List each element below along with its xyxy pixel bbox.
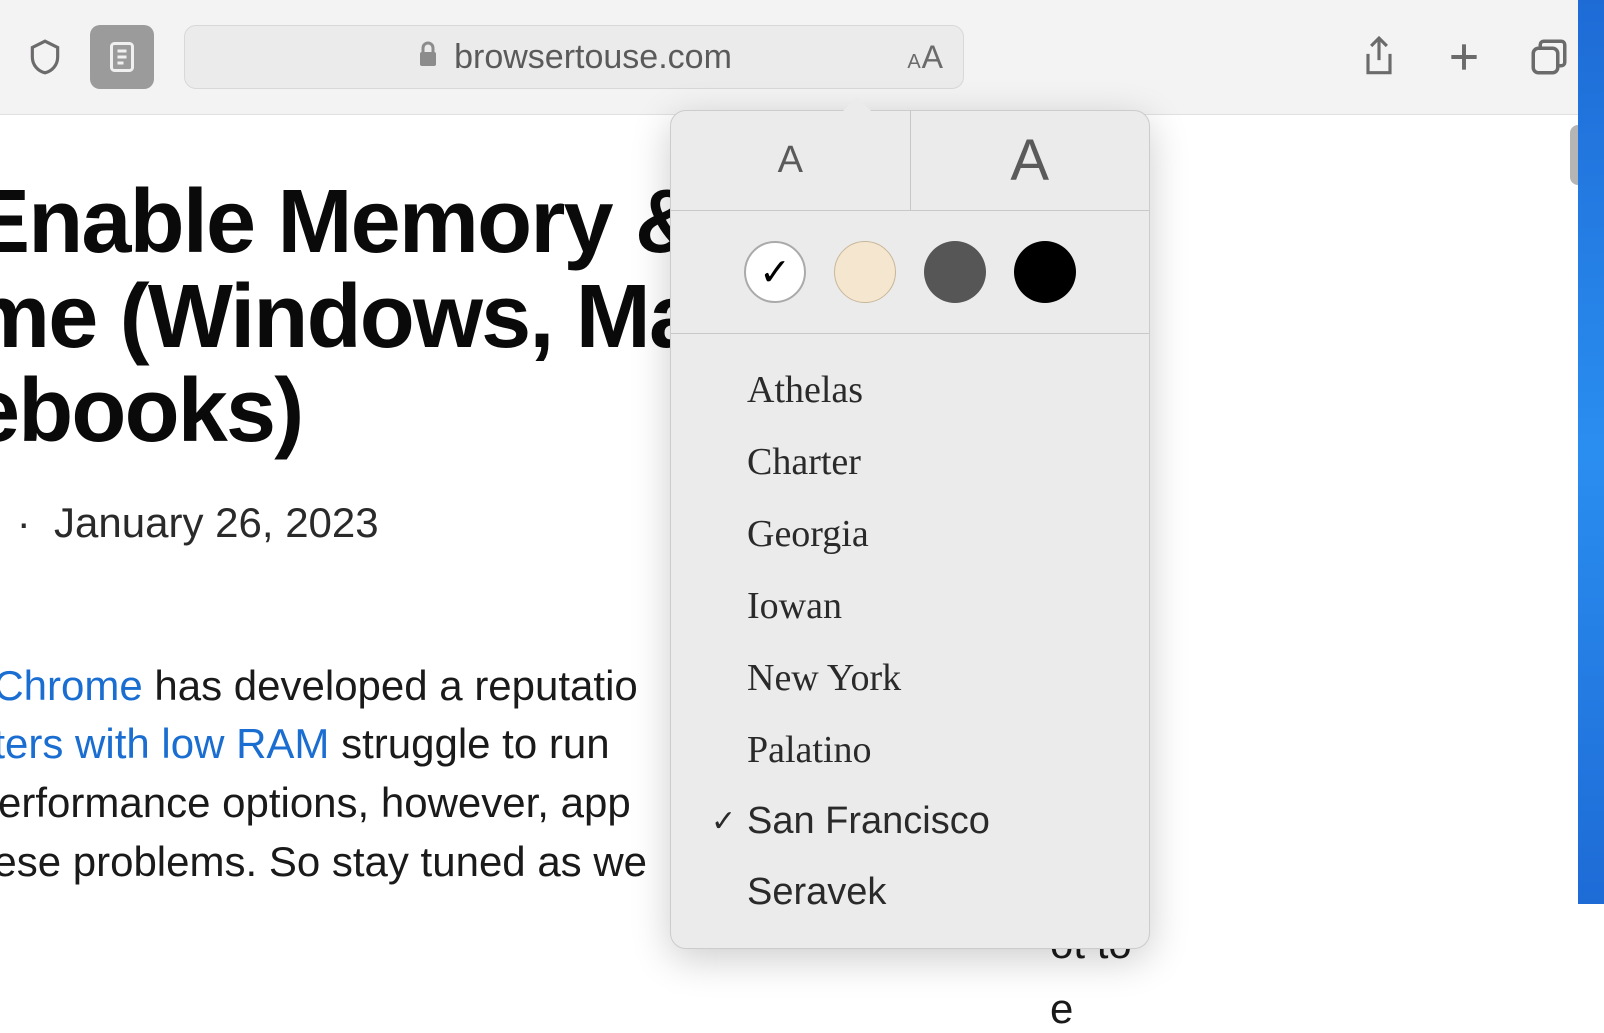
font-label: Athelas: [747, 368, 863, 412]
lock-icon: [416, 40, 440, 75]
font-option-san-francisco[interactable]: ✓San Francisco: [671, 786, 1149, 857]
font-option-palatino[interactable]: Palatino: [671, 714, 1149, 786]
font-option-georgia[interactable]: Georgia: [671, 498, 1149, 570]
font-list: Athelas Charter Georgia Iowan New York Palati…: [671, 334, 1149, 948]
privacy-shield-icon[interactable]: [20, 32, 70, 82]
small-a-icon: A: [778, 139, 803, 182]
font-option-new-york[interactable]: New York: [671, 642, 1149, 714]
toolbar-right-group: [1354, 32, 1584, 82]
font-label: Seravek: [747, 871, 886, 914]
decrease-text-size-button[interactable]: A: [671, 111, 911, 210]
font-label: San Francisco: [747, 800, 990, 843]
large-a-icon: A: [1010, 127, 1049, 194]
increase-text-size-button[interactable]: A: [911, 111, 1150, 210]
tabs-overview-icon[interactable]: [1524, 32, 1574, 82]
large-a-glyph: A: [922, 39, 943, 76]
theme-sepia[interactable]: [834, 241, 896, 303]
font-label: New York: [747, 656, 901, 700]
desktop-edge: [1578, 0, 1604, 904]
body-fragment-e: e: [1050, 985, 1073, 1033]
font-label: Georgia: [747, 512, 869, 556]
share-icon[interactable]: [1354, 32, 1404, 82]
font-option-seravek[interactable]: Seravek: [671, 857, 1149, 928]
low-ram-link[interactable]: uters with low RAM: [0, 720, 329, 767]
url-text: browsertouse.com: [454, 38, 732, 77]
small-a-glyph: A: [907, 51, 920, 74]
article-date: January 26, 2023: [54, 499, 379, 546]
theme-black[interactable]: [1014, 241, 1076, 303]
browser-toolbar: browsertouse.com AA: [0, 0, 1604, 115]
new-tab-icon[interactable]: [1439, 32, 1489, 82]
theme-row: ✓: [671, 211, 1149, 334]
font-option-athelas[interactable]: Athelas: [671, 354, 1149, 426]
font-label: Charter: [747, 440, 861, 484]
reader-appearance-popover: A A ✓ Athelas Charter Georgia Iowan New York…: [670, 110, 1150, 949]
font-option-charter[interactable]: Charter: [671, 426, 1149, 498]
font-label: Iowan: [747, 584, 842, 628]
address-bar[interactable]: browsertouse.com AA: [184, 25, 964, 89]
font-option-iowan[interactable]: Iowan: [671, 570, 1149, 642]
text-size-row: A A: [671, 111, 1149, 211]
reader-appearance-button[interactable]: AA: [907, 39, 943, 76]
chrome-link[interactable]: Chrome: [0, 662, 143, 709]
theme-gray[interactable]: [924, 241, 986, 303]
theme-white[interactable]: ✓: [744, 241, 806, 303]
font-label: Palatino: [747, 728, 872, 772]
reader-mode-icon[interactable]: [90, 25, 154, 89]
checkmark-icon: ✓: [711, 804, 747, 839]
